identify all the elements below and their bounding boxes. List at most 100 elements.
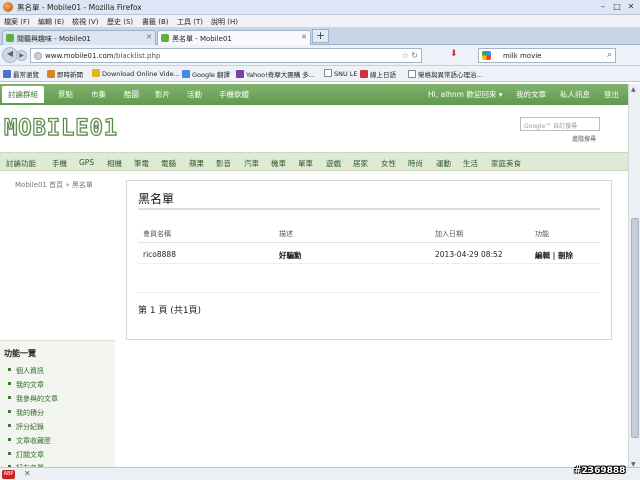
private-messages-link[interactable]: 私人訊息 <box>560 89 590 100</box>
row-divider <box>138 292 600 293</box>
column-header-actions: 功能 <box>535 230 549 238</box>
cat-fashion[interactable]: 時尚 <box>408 158 423 169</box>
download-icon[interactable]: ⬇ <box>450 49 458 59</box>
minimize-button[interactable]: – <box>597 1 609 12</box>
new-tab-button[interactable]: + <box>312 29 329 43</box>
url-bar[interactable]: www.mobile01.com/blacklist.php ☆ ↻ <box>30 48 422 63</box>
bookmark-item[interactable]: 線上日語 <box>360 69 396 79</box>
menu-edit[interactable]: 編輯 (E) <box>38 17 64 27</box>
maximize-button[interactable]: □ <box>611 1 623 12</box>
menu-bookmarks[interactable]: 書籤 (B) <box>142 17 169 27</box>
advanced-search-link[interactable]: 進階搜尋 <box>572 134 596 143</box>
close-tab-icon[interactable]: ✕ <box>301 33 307 41</box>
nav-events[interactable]: 活動 <box>187 89 202 100</box>
row-divider <box>138 263 600 264</box>
scroll-up-icon[interactable]: ▲ <box>631 86 636 93</box>
nav-market[interactable]: 市集 <box>91 89 106 100</box>
title-divider <box>138 208 600 210</box>
bookmark-icon <box>92 69 100 77</box>
bookmark-item[interactable]: Google 翻譯 <box>182 69 230 79</box>
bookmark-item[interactable]: 最常瀏覽 <box>3 69 39 79</box>
site-search-input[interactable]: Google™ 自訂搜尋 <box>520 117 600 131</box>
bookmark-icon <box>3 70 11 78</box>
cat-bikes[interactable]: 單車 <box>298 158 313 169</box>
cat-motorcycles[interactable]: 機車 <box>271 158 286 169</box>
menu-my-points[interactable]: 我的積分 <box>8 408 44 418</box>
menu-participated-posts[interactable]: 我參與的文章 <box>8 394 58 404</box>
menu-favorites[interactable]: 文章收藏匣 <box>8 436 51 446</box>
menu-tools[interactable]: 工具 (T) <box>177 17 203 27</box>
rss-icon <box>47 70 55 78</box>
cat-cameras[interactable]: 相機 <box>107 158 122 169</box>
cat-sports[interactable]: 運動 <box>436 158 451 169</box>
cat-av[interactable]: 影音 <box>216 158 231 169</box>
edit-delete-actions[interactable]: 編輯 | 刪除 <box>535 250 573 261</box>
close-tab-icon[interactable]: ✕ <box>146 33 152 41</box>
search-icon[interactable]: ⌕ <box>607 50 612 60</box>
bookmark-star-icon[interactable]: ☆ <box>402 51 409 60</box>
cat-phones[interactable]: 手機 <box>52 158 67 169</box>
bookmark-item[interactable]: 榮格與異常語心理治... <box>408 69 483 79</box>
close-window-button[interactable]: ✕ <box>625 1 637 12</box>
breadcrumb[interactable]: Mobile01 首頁 » 黑名單 <box>15 180 93 190</box>
watermark: #2369888 <box>574 466 626 476</box>
site-identity-icon[interactable] <box>34 52 42 60</box>
category-bar: 討論功能 手機 GPS 相機 筆電 電腦 蘋果 影音 汽車 機車 單車 遊戲 居… <box>0 152 628 171</box>
google-search-engine-icon[interactable] <box>482 51 491 60</box>
nav-forum[interactable]: 討論群組 <box>2 86 44 103</box>
mobile01-favicon-icon <box>161 34 169 42</box>
cat-computers[interactable]: 電腦 <box>161 158 176 169</box>
cat-laptops[interactable]: 筆電 <box>134 158 149 169</box>
logout-link[interactable]: 登出 <box>604 89 619 100</box>
bookmark-item[interactable]: 即時新聞 <box>47 69 83 79</box>
nav-apps[interactable]: 手機軟體 <box>219 89 249 100</box>
forward-button[interactable]: ▶ <box>16 50 27 61</box>
tab-1[interactable]: 閱聽與趣味 - Mobile01 ✕ <box>2 30 156 45</box>
bookmark-item[interactable]: Download Online Vide... <box>92 69 180 78</box>
my-posts-link[interactable]: 我的文章 <box>516 89 546 100</box>
bookmark-item[interactable]: Yahoo!奇摩大團購 多... <box>236 69 315 79</box>
column-header-member: 會員名稱 <box>143 230 171 238</box>
menu-bar: 檔案 (F) 編輯 (E) 檢視 (V) 歷史 (S) 書籤 (B) 工具 (T… <box>0 15 640 28</box>
cat-life[interactable]: 生活 <box>463 158 478 169</box>
menu-subscriptions[interactable]: 訂閱文章 <box>8 450 44 460</box>
cat-games[interactable]: 遊戲 <box>326 158 341 169</box>
adblock-icon[interactable]: ABP <box>2 470 15 479</box>
scroll-thumb[interactable] <box>631 218 639 438</box>
menu-personal-info[interactable]: 個人資訊 <box>8 366 44 376</box>
menu-view[interactable]: 檢視 (V) <box>72 17 98 27</box>
user-greeting-dropdown[interactable]: Hi, alhnm 歡迎回來 ▾ <box>428 89 503 100</box>
mobile01-favicon-icon <box>6 34 14 42</box>
nav-videos[interactable]: 影片 <box>155 89 170 100</box>
window-titlebar: 黑名單 - Mobile01 - Mozilla Firefox – □ ✕ <box>0 0 640 15</box>
header-divider <box>138 242 600 243</box>
search-input[interactable]: milk movie ⌕ <box>478 48 616 63</box>
cat-food[interactable]: 家庭美食 <box>491 158 521 169</box>
added-date: 2013-04-29 08:52 <box>435 250 503 259</box>
cat-apple[interactable]: 蘋果 <box>189 158 204 169</box>
column-header-date: 加入日期 <box>435 230 463 238</box>
reload-icon[interactable]: ↻ <box>411 51 418 60</box>
mobile01-logo[interactable]: MOBILE01 <box>3 115 118 141</box>
member-name[interactable]: rico8888 <box>143 250 176 259</box>
page-scrollbar[interactable]: ▲ ▼ <box>628 84 640 470</box>
menu-help[interactable]: 說明 (H) <box>211 17 238 27</box>
member-description: 好騙勳 <box>279 251 302 260</box>
bookmark-item[interactable]: SNU LE <box>324 69 358 78</box>
tab-label: 黑名單 - Mobile01 <box>172 35 232 43</box>
menu-history[interactable]: 歷史 (S) <box>107 17 133 27</box>
cat-women[interactable]: 女性 <box>381 158 396 169</box>
menu-my-posts[interactable]: 我的文章 <box>8 380 44 390</box>
menu-rating-history[interactable]: 評分紀錄 <box>8 422 44 432</box>
cat-cars[interactable]: 汽車 <box>244 158 259 169</box>
tab-2[interactable]: 黑名單 - Mobile01 ✕ <box>157 30 311 45</box>
menu-file[interactable]: 檔案 (F) <box>4 17 30 27</box>
nav-spots[interactable]: 景點 <box>58 89 73 100</box>
page-icon <box>408 70 416 78</box>
cat-home[interactable]: 居家 <box>353 158 368 169</box>
cat-forum-features[interactable]: 討論功能 <box>6 158 36 169</box>
nav-pics[interactable]: 酷圖 <box>124 89 139 100</box>
cat-gps[interactable]: GPS <box>79 158 94 167</box>
status-bar: ABP ✕ <box>0 467 640 480</box>
close-addon-bar-icon[interactable]: ✕ <box>24 469 31 478</box>
